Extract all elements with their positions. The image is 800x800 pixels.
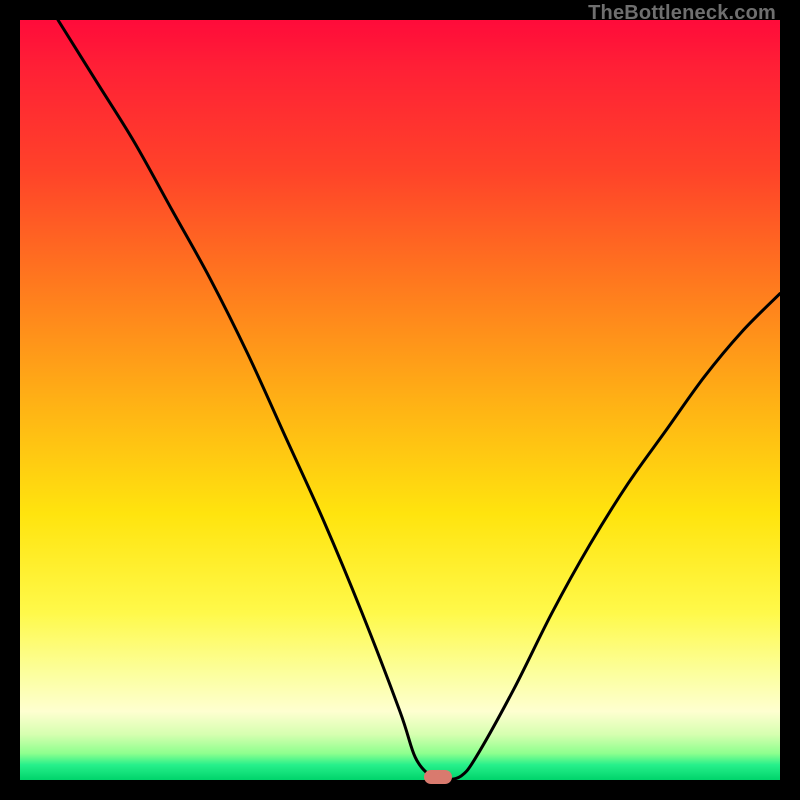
chart-frame: TheBottleneck.com xyxy=(20,20,780,780)
bottleneck-curve xyxy=(20,20,780,780)
optimal-point-marker xyxy=(424,770,452,784)
